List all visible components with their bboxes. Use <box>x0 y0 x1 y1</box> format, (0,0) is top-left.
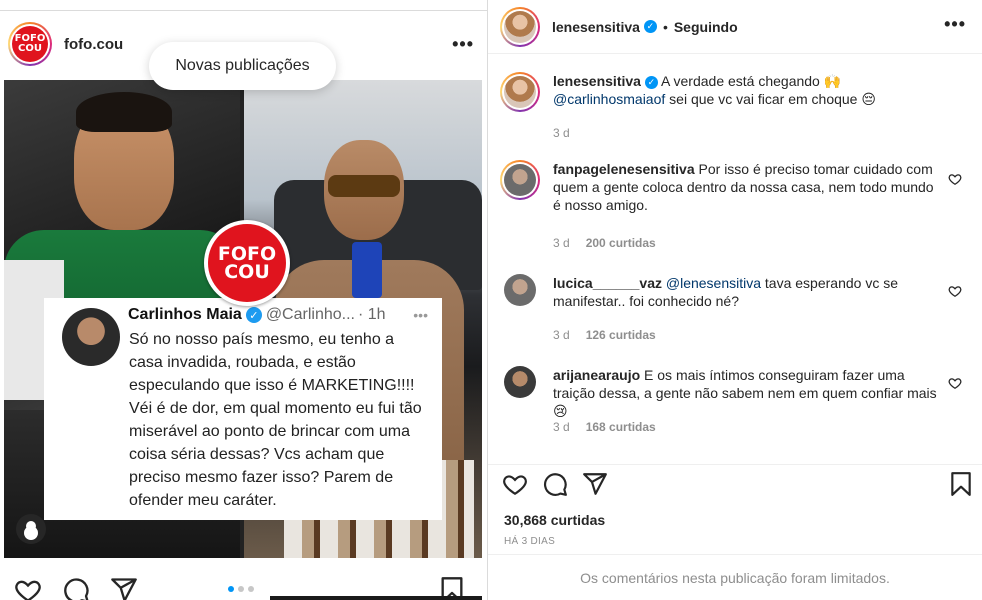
comment-avatar[interactable] <box>500 160 540 200</box>
comment-username[interactable]: fanpagelenesensitiva <box>553 161 695 177</box>
comment-item: fanpagelenesensitiva Por isso é preciso … <box>500 160 970 250</box>
fofo-badge-logo: FOFO COU <box>204 220 290 306</box>
header-avatar[interactable] <box>500 6 540 47</box>
carousel-dot <box>228 586 234 592</box>
feed-post-avatar[interactable]: FOFO COU <box>8 22 52 66</box>
feed-post-more-button[interactable]: ••• <box>448 30 478 59</box>
like-comment-heart-icon[interactable] <box>948 376 962 390</box>
avatar <box>504 274 536 306</box>
tweet-handle: @Carlinho... <box>265 306 355 323</box>
avatar-frame <box>502 162 538 198</box>
comment-mention[interactable]: @carlinhosmaiaof <box>553 91 665 107</box>
avatar-frame <box>502 74 538 110</box>
comment-body-end: sei que vc vai ficar em choque 😔 <box>665 91 876 107</box>
comment-meta: 3 d 168 curtidas <box>553 420 656 434</box>
photo-cup <box>352 242 382 298</box>
comment-likes[interactable]: 200 curtidas <box>586 236 656 250</box>
following-button[interactable]: Seguindo <box>674 19 738 35</box>
comment-meta: 3 d <box>553 126 570 140</box>
avatar <box>504 366 536 398</box>
feed-post-username[interactable]: fofo.cou <box>64 36 123 53</box>
avatar <box>504 76 536 108</box>
comments-list: lenesensitiva ✓ A verdade está chegando 🙌… <box>488 58 982 458</box>
avatar-frame: FOFO COU <box>10 24 50 64</box>
fofo-badge-text: FOFO COU <box>208 224 286 302</box>
post-likes-count[interactable]: 30,868 curtidas <box>504 512 605 528</box>
comment-avatar[interactable] <box>504 366 536 398</box>
comment-item: arijanearaujo E os mais íntimos consegui… <box>500 366 970 436</box>
tweet-meta: Carlinhos Maia ✓ @Carlinho... · 1h ••• <box>128 306 428 324</box>
feed-column: FOFO COU fofo.cou ••• Novas publicações … <box>0 0 487 600</box>
comment-item: lenesensitiva ✓ A verdade está chegando 🙌… <box>500 72 970 152</box>
comment-avatar[interactable] <box>504 274 536 306</box>
comment-username[interactable]: lucica______vaz <box>553 275 662 291</box>
comment-time: 3 d <box>553 328 570 342</box>
comment-meta: 3 d 126 curtidas <box>553 328 656 342</box>
avatar <box>504 164 536 196</box>
tweet-more-icon: ••• <box>413 307 428 323</box>
comments-limited-notice: Os comentários nesta publicação foram li… <box>488 554 982 600</box>
avatar <box>504 10 536 43</box>
tweet-time: · 1h <box>357 306 386 323</box>
comment-text: lenesensitiva ✓ A verdade está chegando 🙌… <box>553 72 943 108</box>
comment-text: lucica______vaz @lenesensitiva tava espe… <box>553 274 943 310</box>
comment-likes[interactable]: 126 curtidas <box>586 328 656 342</box>
comment-likes[interactable]: 168 curtidas <box>586 420 656 434</box>
carousel-dot <box>238 586 244 592</box>
comment-mention[interactable]: @lenesensitiva <box>666 275 761 291</box>
comment-body: A verdade está chegando 🙌 <box>657 73 842 89</box>
verified-badge-icon: ✓ <box>644 75 658 89</box>
comment-time: 3 d <box>553 420 570 434</box>
header-separator: • <box>662 18 668 35</box>
heart-icon[interactable] <box>14 576 42 600</box>
comment-username[interactable]: lenesensitiva <box>553 73 641 89</box>
carousel-indicator <box>228 586 254 592</box>
heart-icon[interactable] <box>502 471 528 497</box>
avatar-frame <box>502 8 538 45</box>
like-comment-heart-icon[interactable] <box>948 172 962 186</box>
header-username[interactable]: lenesensitiva <box>552 19 640 35</box>
post-detail-panel: lenesensitiva ✓ • Seguindo ••• lenesensi… <box>488 0 982 600</box>
tweet-body: Carlinhos Maia ✓ @Carlinho... · 1h ••• <box>128 306 428 324</box>
verified-badge-icon: ✓ <box>245 307 262 323</box>
comment-icon[interactable] <box>62 576 90 600</box>
tweet-avatar <box>62 308 120 366</box>
comment-time: 3 d <box>553 126 570 140</box>
verified-badge-icon: ✓ <box>643 20 657 33</box>
fofo-logo-icon: FOFO COU <box>12 26 48 62</box>
comment-text: fanpagelenesensitiva Por isso é preciso … <box>553 160 943 214</box>
carousel-dot <box>248 586 254 592</box>
share-icon[interactable] <box>582 471 608 497</box>
panel-header: lenesensitiva ✓ • Seguindo ••• <box>488 0 982 54</box>
new-posts-button[interactable]: Novas publicações <box>149 42 336 90</box>
photo-hair <box>76 92 172 132</box>
comment-icon[interactable] <box>542 471 568 497</box>
post-image[interactable]: FOFO COU Carlinhos Maia ✓ @Carlinho... ·… <box>4 80 482 558</box>
tweet-text: Só no nosso país mesmo, eu tenho a casa … <box>129 331 422 509</box>
like-comment-heart-icon[interactable] <box>948 284 962 298</box>
post-date: HÁ 3 DIAS <box>504 536 556 547</box>
feed-bottom-bar <box>270 596 482 600</box>
comment-time: 3 d <box>553 236 570 250</box>
panel-post-actions <box>488 464 982 500</box>
share-icon[interactable] <box>110 576 138 600</box>
photo-sunglasses <box>328 175 400 197</box>
comment-avatar[interactable] <box>500 72 540 112</box>
comment-meta: 3 d 200 curtidas <box>553 236 656 250</box>
tweet-author-name: Carlinhos Maia <box>128 306 242 323</box>
tweet-card: Carlinhos Maia ✓ @Carlinho... · 1h ••• S… <box>44 298 442 520</box>
feed-divider <box>0 10 487 11</box>
bookmark-icon[interactable] <box>948 471 974 497</box>
comment-item: lucica______vaz @lenesensitiva tava espe… <box>500 274 970 344</box>
user-tag-icon[interactable] <box>16 514 46 544</box>
panel-more-button[interactable]: ••• <box>944 14 966 35</box>
comment-text: arijanearaujo E os mais íntimos consegui… <box>553 366 943 420</box>
comment-username[interactable]: arijanearaujo <box>553 367 640 383</box>
